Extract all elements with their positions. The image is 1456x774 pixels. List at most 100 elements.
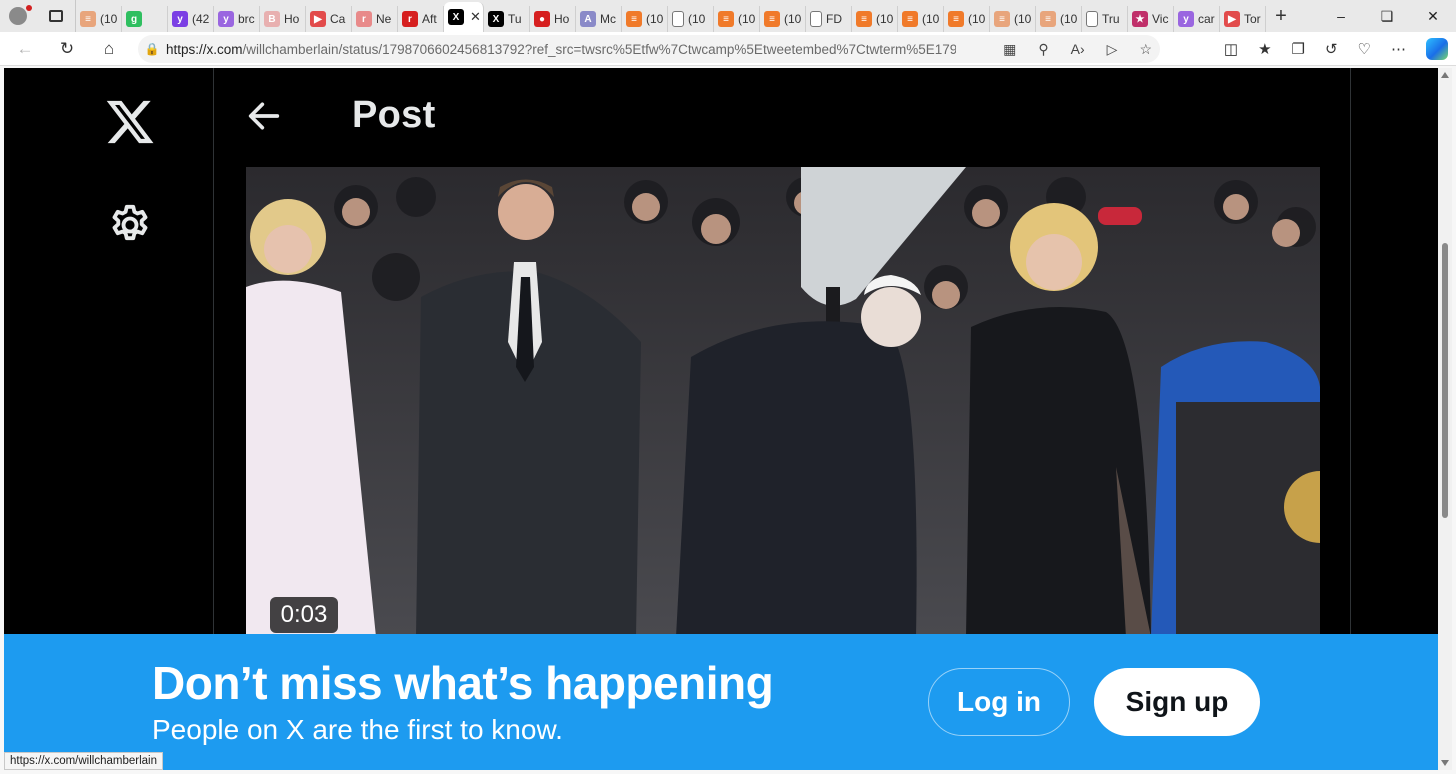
scroll-up-icon[interactable] bbox=[1441, 72, 1449, 78]
browser-tab[interactable]: ★ Vic bbox=[1128, 6, 1174, 32]
tab-label: FD bbox=[826, 12, 842, 26]
browser-tab[interactable]: ≡ (10 bbox=[76, 6, 122, 32]
browser-tab[interactable]: ≡ (10 bbox=[990, 6, 1036, 32]
substack-icon: ≡ bbox=[902, 11, 918, 27]
browser-tab[interactable]: ≡ (10 bbox=[898, 6, 944, 32]
scrollbar-thumb[interactable] bbox=[1442, 243, 1448, 518]
restore-button[interactable]: ❏ bbox=[1364, 0, 1410, 32]
g-icon: g bbox=[126, 11, 142, 27]
favorites-icon[interactable]: ★ bbox=[1258, 40, 1271, 58]
browser-tab[interactable]: ≡ (10 bbox=[622, 6, 668, 32]
browser-tab[interactable]: y brc bbox=[214, 6, 260, 32]
browser-tab[interactable]: r Aft bbox=[398, 6, 444, 32]
toolbar-extensions: ◫ ★ ❐ ↺ ♡ ⋯ bbox=[1224, 32, 1448, 66]
r-icon: r bbox=[402, 11, 418, 27]
browser-tab[interactable]: ≡ (10 bbox=[944, 6, 990, 32]
collections-icon[interactable]: ❐ bbox=[1292, 40, 1305, 58]
x-logo-icon[interactable] bbox=[104, 96, 156, 148]
browser-tab[interactable]: ≡ (10 bbox=[852, 6, 898, 32]
address-bar[interactable]: 🔒 https://x.com/willchamberlain/status/1… bbox=[138, 35, 1160, 63]
history-icon[interactable]: ↺ bbox=[1325, 40, 1338, 58]
read-aloud-icon[interactable]: A› bbox=[1071, 41, 1085, 57]
zoom-icon[interactable]: ⚲ bbox=[1038, 41, 1048, 58]
browser-tab[interactable]: ≡ (10 bbox=[760, 6, 806, 32]
browser-tab[interactable]: A Mc bbox=[576, 6, 622, 32]
tab-label: Ca bbox=[330, 12, 346, 26]
page-scrollbar[interactable] bbox=[1438, 68, 1452, 770]
split-screen-icon[interactable]: ◫ bbox=[1224, 40, 1238, 58]
a-icon: A bbox=[580, 11, 596, 27]
browser-tab[interactable]: X Tu bbox=[484, 6, 530, 32]
profile-button[interactable] bbox=[0, 0, 36, 32]
browser-tab[interactable]: y car bbox=[1174, 6, 1220, 32]
tab-label: (10 bbox=[646, 12, 664, 26]
minimize-button[interactable]: – bbox=[1318, 0, 1364, 32]
browser-tab[interactable]: ● Ho bbox=[530, 6, 576, 32]
browser-tab[interactable]: (10 bbox=[668, 6, 714, 32]
tab-label: Ho bbox=[554, 12, 570, 26]
banner-title: Don’t miss what’s happening bbox=[152, 657, 774, 709]
youtube-icon: ▶ bbox=[1224, 11, 1240, 27]
tab-label: (10 bbox=[784, 12, 802, 26]
page-icon bbox=[1086, 11, 1098, 27]
close-tab-icon[interactable]: ✕ bbox=[470, 9, 481, 25]
banner-subtitle: People on X are the first to know. bbox=[152, 714, 563, 745]
login-button[interactable]: Log in bbox=[928, 668, 1070, 736]
scroll-down-icon[interactable] bbox=[1441, 760, 1449, 766]
browser-tab[interactable]: ▶ Ca bbox=[306, 6, 352, 32]
signup-button[interactable]: Sign up bbox=[1094, 668, 1260, 736]
profile-avatar-icon bbox=[9, 7, 27, 25]
url-text[interactable]: https://x.com/willchamberlain/status/179… bbox=[166, 42, 956, 57]
substack-icon: ≡ bbox=[80, 11, 96, 27]
yahoo-icon: y bbox=[218, 11, 234, 27]
browser-tab[interactable]: B Ho bbox=[260, 6, 306, 32]
browser-tab[interactable]: FD bbox=[806, 6, 852, 32]
tab-label: (10 bbox=[968, 12, 986, 26]
tab-label: (10 bbox=[876, 12, 894, 26]
settings-gear-icon[interactable] bbox=[107, 202, 153, 248]
address-bar-icons: ▦ ⚲ A› ▷ ☆ bbox=[1003, 35, 1152, 63]
tab-actions-menu-button[interactable] bbox=[36, 0, 76, 32]
star-icon: ★ bbox=[1132, 11, 1148, 27]
substack-icon: ≡ bbox=[994, 11, 1010, 27]
tab-label: Tru bbox=[1102, 12, 1120, 26]
refresh-button[interactable]: ↻ bbox=[46, 32, 88, 66]
page-title: Post bbox=[352, 94, 436, 136]
substack-icon: ≡ bbox=[718, 11, 734, 27]
lock-icon[interactable]: 🔒 bbox=[138, 42, 166, 56]
tab-label: Ne bbox=[376, 12, 392, 26]
tab-label: (10 bbox=[922, 12, 940, 26]
performance-icon[interactable]: ♡ bbox=[1358, 40, 1371, 58]
browser-tab[interactable]: r Ne bbox=[352, 6, 398, 32]
notification-dot-icon bbox=[26, 5, 32, 11]
pin-icon: ● bbox=[534, 11, 550, 27]
favorite-star-icon[interactable]: ☆ bbox=[1139, 41, 1152, 58]
tab-label: (10 bbox=[100, 12, 118, 26]
browser-tab[interactable]: ▶ Tor bbox=[1220, 6, 1266, 32]
close-window-button[interactable]: ✕ bbox=[1410, 0, 1456, 32]
browser-tab[interactable]: ≡ (10 bbox=[1036, 6, 1082, 32]
page-icon bbox=[672, 11, 684, 27]
page-viewport: Post 0:03 Don’t miss what’s happening Pe… bbox=[4, 68, 1438, 770]
video-player[interactable]: 0:03 bbox=[246, 167, 1320, 637]
back-arrow-icon[interactable] bbox=[244, 96, 284, 136]
browser-tab[interactable]: Tru bbox=[1082, 6, 1128, 32]
x-icon: X bbox=[488, 11, 504, 27]
browser-tab[interactable]: ≡ (10 bbox=[714, 6, 760, 32]
tab-list: ≡ (10 g y (42 y brc B Ho ▶ Ca r Ne r Aft X ✕ X Tu ● Ho A Mc ≡ (1… bbox=[76, 0, 1266, 32]
home-button[interactable]: ⌂ bbox=[88, 32, 130, 66]
browser-toolbar: ← ↻ ⌂ 🔒 https://x.com/willchamberlain/st… bbox=[0, 32, 1456, 66]
browser-tab[interactable]: g bbox=[122, 6, 168, 32]
copilot-icon[interactable] bbox=[1426, 38, 1448, 60]
tab-label: (10 bbox=[1060, 12, 1078, 26]
back-nav-button[interactable]: ← bbox=[4, 32, 46, 66]
signup-banner: Don’t miss what’s happening People on X … bbox=[4, 634, 1438, 770]
immersive-reader-icon[interactable]: ▷ bbox=[1107, 41, 1118, 58]
tab-active[interactable]: X ✕ bbox=[444, 2, 484, 32]
substack-icon: ≡ bbox=[764, 11, 780, 27]
tab-label: Tu bbox=[508, 12, 522, 26]
new-tab-button[interactable]: + bbox=[1266, 5, 1296, 28]
browser-tab[interactable]: y (42 bbox=[168, 6, 214, 32]
more-menu-icon[interactable]: ⋯ bbox=[1391, 40, 1406, 58]
app-available-icon[interactable]: ▦ bbox=[1003, 41, 1016, 58]
